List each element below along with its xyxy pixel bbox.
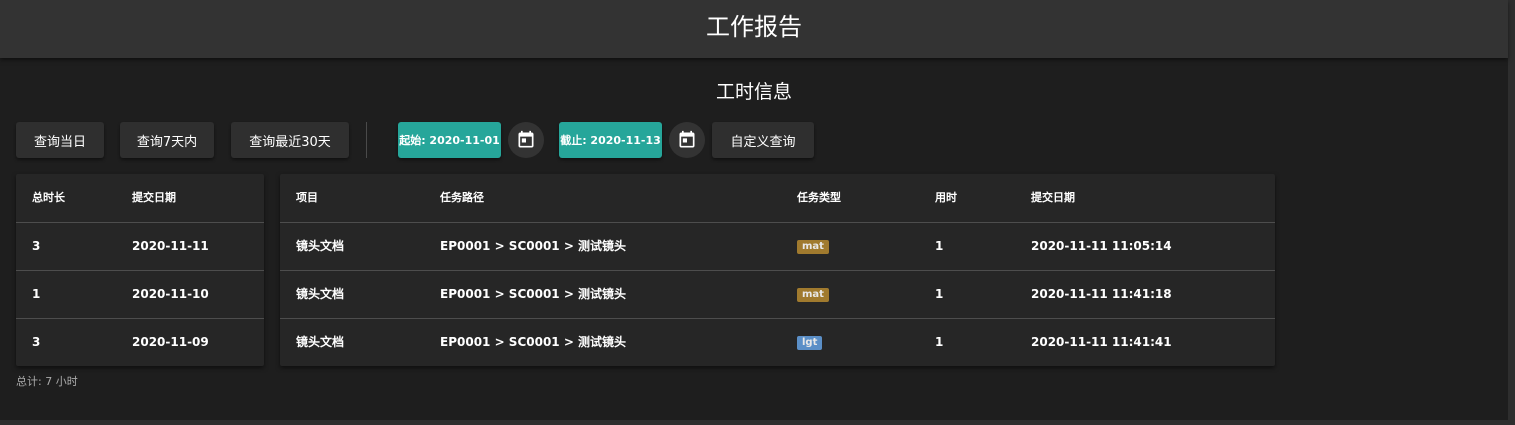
total-hours-cell: 3 [32,335,41,349]
start-date-button[interactable]: 起始: 2020-11-01 [398,122,501,158]
submit-date-cell: 2020-11-11 11:41:41 [1031,335,1172,349]
toolbar-divider [366,122,367,158]
query-today-button[interactable]: 查询当日 [16,122,104,158]
header-task-type[interactable]: 任务类型 [797,174,841,222]
table-row[interactable]: 1 2020-11-10 [16,270,264,319]
header-project[interactable]: 项目 [296,174,318,222]
table-row[interactable]: 3 2020-11-11 [16,222,264,271]
window-edge [1508,0,1515,425]
table-row[interactable]: 3 2020-11-09 [16,318,264,366]
calendar-icon [518,130,534,148]
task-type-badge: mat [797,239,829,254]
query-7-days-button[interactable]: 查询7天内 [120,122,214,158]
submit-date-cell: 2020-11-09 [132,335,209,349]
total-hours-cell: 3 [32,239,41,253]
section-title: 工时信息 [715,81,792,103]
query-30-days-button[interactable]: 查询最近30天 [231,122,349,158]
end-calendar-button[interactable] [669,122,705,158]
submit-date-cell: 2020-11-11 11:05:14 [1031,239,1172,253]
detail-table-header: 项目 任务路径 任务类型 用时 提交日期 [280,174,1275,223]
task-type-cell: mat [797,222,829,270]
header-total-hours[interactable]: 总时长 [32,174,65,222]
task-path-cell: EP0001 > SC0001 > 测试镜头 [440,287,627,301]
submit-date-cell: 2020-11-11 [132,239,209,253]
task-type-cell: mat [797,270,829,318]
submit-date-cell: 2020-11-11 11:41:18 [1031,287,1172,301]
start-calendar-button[interactable] [508,122,544,158]
summary-table-header: 总时长 提交日期 [16,174,264,223]
header-submit-date[interactable]: 提交日期 [132,174,176,222]
project-cell: 镜头文档 [296,287,345,301]
table-row[interactable]: 镜头文档 EP0001 > SC0001 > 测试镜头 lgt 1 2020-1… [280,318,1275,366]
summary-table: 总时长 提交日期 3 2020-11-11 1 2020-11-10 3 202… [16,174,264,366]
task-path-cell: EP0001 > SC0001 > 测试镜头 [440,335,627,349]
time-used-cell: 1 [935,287,944,301]
total-hours-summary: 总计: 7 小时 [16,375,78,388]
submit-date-cell: 2020-11-10 [132,287,209,301]
app-title: 工作报告 [706,12,802,41]
end-date-button[interactable]: 截止: 2020-11-13 [559,122,662,158]
project-cell: 镜头文档 [296,335,345,349]
window-bottom-edge [0,420,1515,425]
project-cell: 镜头文档 [296,239,345,253]
detail-table: 项目 任务路径 任务类型 用时 提交日期 镜头文档 EP0001 > SC000… [280,174,1275,366]
table-row[interactable]: 镜头文档 EP0001 > SC0001 > 测试镜头 mat 1 2020-1… [280,270,1275,319]
custom-query-button[interactable]: 自定义查询 [712,122,814,158]
main-content: 工时信息 查询当日 查询7天内 查询最近30天 起始: 2020-11-01 截… [0,58,1508,420]
total-hours-cell: 1 [32,287,41,301]
app-bar: 工作报告 [0,0,1508,58]
task-type-badge: lgt [797,335,823,350]
time-used-cell: 1 [935,335,944,349]
task-type-cell: lgt [797,318,823,366]
calendar-icon [679,130,695,148]
task-path-cell: EP0001 > SC0001 > 测试镜头 [440,239,627,253]
table-row[interactable]: 镜头文档 EP0001 > SC0001 > 测试镜头 mat 1 2020-1… [280,222,1275,271]
time-used-cell: 1 [935,239,944,253]
header-time-used[interactable]: 用时 [935,174,957,222]
task-type-badge: mat [797,287,829,302]
header-task-path[interactable]: 任务路径 [440,174,484,222]
header-submit-date[interactable]: 提交日期 [1031,174,1075,222]
